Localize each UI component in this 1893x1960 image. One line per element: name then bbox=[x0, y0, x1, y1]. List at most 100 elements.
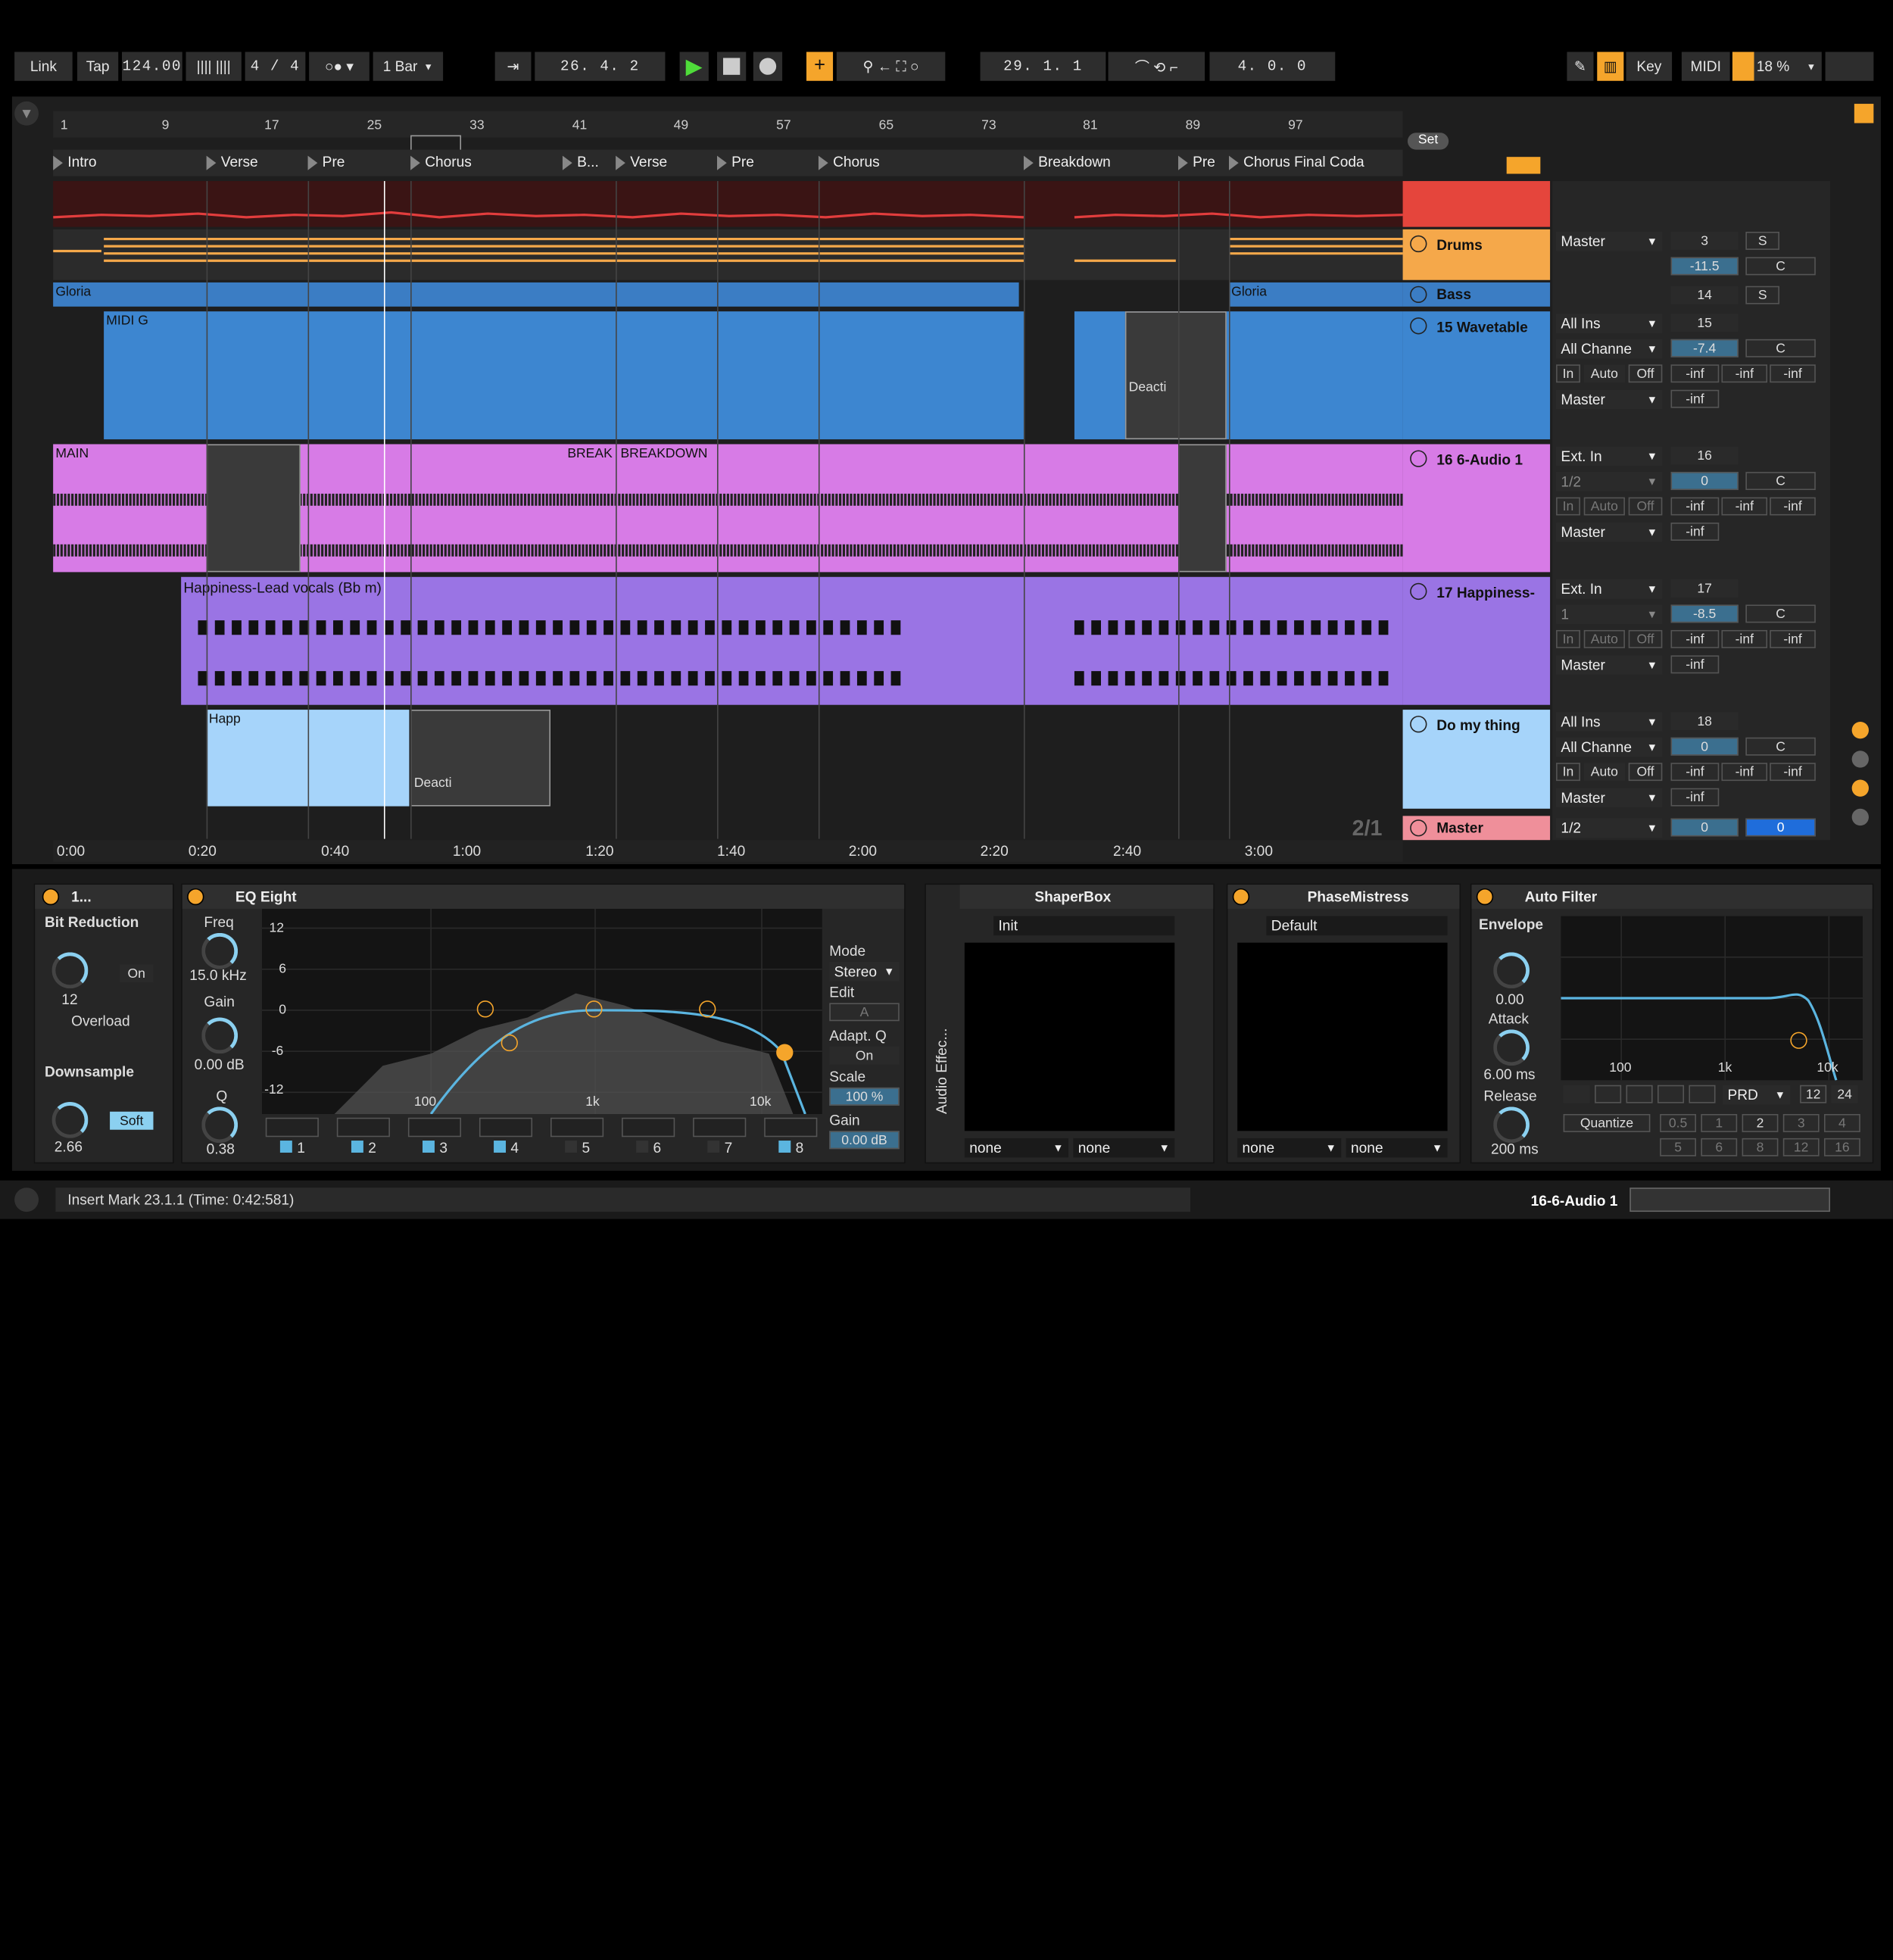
clip-audio-deactivated-2[interactable] bbox=[1178, 444, 1227, 573]
wavetable-pan[interactable]: C bbox=[1745, 339, 1816, 357]
wavetable-send-a[interactable]: -inf bbox=[1670, 364, 1720, 383]
domything-channel[interactable]: All Channe bbox=[1556, 737, 1663, 757]
eq-gain-knob[interactable] bbox=[201, 1017, 239, 1054]
happiness-send-b[interactable]: -inf bbox=[1721, 629, 1768, 648]
bass-activator[interactable]: 14 bbox=[1670, 286, 1739, 304]
eq-band-2-handle[interactable] bbox=[476, 1000, 494, 1018]
happiness-output[interactable]: Master bbox=[1556, 655, 1663, 675]
clip-audio-deactivated[interactable] bbox=[206, 444, 301, 573]
phasemistress-display[interactable] bbox=[1237, 942, 1448, 1131]
locator-pre-3[interactable]: Pre bbox=[1178, 153, 1215, 170]
audio-send-a[interactable]: -inf bbox=[1670, 497, 1720, 516]
eq-band-7-toggle[interactable]: 7 bbox=[707, 1139, 732, 1156]
filter-morph-icon[interactable] bbox=[1689, 1085, 1716, 1103]
audio-activator[interactable]: 16 bbox=[1670, 446, 1739, 465]
audio-pan[interactable]: C bbox=[1745, 472, 1816, 491]
wavetable-input[interactable]: All Ins bbox=[1556, 314, 1663, 333]
quantize-3[interactable]: 3 bbox=[1782, 1113, 1820, 1132]
track-header-domything[interactable]: Do my thing bbox=[1402, 710, 1551, 809]
bar-ruler[interactable] bbox=[53, 111, 1403, 138]
eq-q-knob[interactable] bbox=[201, 1106, 239, 1144]
fold-icon[interactable] bbox=[1410, 286, 1427, 304]
eq-band-5-type[interactable] bbox=[550, 1117, 604, 1138]
fold-icon[interactable] bbox=[1410, 450, 1427, 467]
track-header-happiness[interactable]: 17 Happiness- bbox=[1402, 576, 1551, 705]
wavetable-mon-off[interactable]: Off bbox=[1628, 364, 1663, 383]
loop-length[interactable]: 4. 0. 0 bbox=[1209, 51, 1336, 81]
clip-bass-2[interactable]: Gloria bbox=[1228, 282, 1403, 307]
clip-domything-deactivated[interactable]: Deacti bbox=[410, 710, 551, 807]
eq-band-4-type[interactable] bbox=[479, 1117, 533, 1138]
shaperbox-header[interactable]: ShaperBox bbox=[959, 885, 1214, 910]
drums-output[interactable]: Master bbox=[1556, 231, 1663, 251]
fold-icon[interactable] bbox=[1410, 317, 1427, 335]
loop-start[interactable]: 29. 1. 1 bbox=[980, 51, 1106, 81]
filter-handle[interactable] bbox=[1790, 1031, 1807, 1049]
happiness-send-a[interactable]: -inf bbox=[1670, 629, 1720, 648]
quantize-6[interactable]: 6 bbox=[1701, 1138, 1738, 1156]
downsample-knob[interactable] bbox=[51, 1102, 89, 1138]
release-knob[interactable] bbox=[1493, 1106, 1530, 1144]
audio-output[interactable]: Master bbox=[1556, 523, 1663, 542]
wavetable-activator[interactable]: 15 bbox=[1670, 314, 1739, 332]
audio-send-d[interactable]: -inf bbox=[1670, 523, 1720, 541]
audio-mon-off[interactable]: Off bbox=[1628, 497, 1663, 516]
master-channel[interactable]: 1/2 bbox=[1556, 818, 1663, 838]
lock-icon[interactable] bbox=[1506, 157, 1541, 174]
locator-chorus-final[interactable]: Chorus Final Coda bbox=[1229, 153, 1364, 170]
eq-band-4-handle[interactable] bbox=[699, 1000, 716, 1018]
domything-mon-auto[interactable]: Auto bbox=[1583, 763, 1625, 782]
quantize-menu[interactable]: 1 Bar ▼ bbox=[373, 51, 444, 81]
happiness-mon-off[interactable]: Off bbox=[1628, 629, 1663, 648]
eq-band-5-toggle[interactable]: 5 bbox=[565, 1139, 590, 1156]
eq-band-8-type[interactable] bbox=[764, 1117, 818, 1138]
filter-notch-icon[interactable] bbox=[1657, 1085, 1685, 1103]
domything-activator[interactable]: 18 bbox=[1670, 712, 1739, 731]
wavetable-send-d[interactable]: -inf bbox=[1670, 389, 1720, 408]
domything-send-c[interactable]: -inf bbox=[1770, 763, 1816, 782]
happiness-send-d[interactable]: -inf bbox=[1670, 655, 1720, 674]
midi-map-button[interactable]: MIDI bbox=[1681, 51, 1730, 81]
locator-pre-2[interactable]: Pre bbox=[717, 153, 754, 170]
clip-happiness[interactable]: Happiness-Lead vocals (Bb m) bbox=[181, 576, 1403, 705]
phasemistress-header[interactable]: PhaseMistress bbox=[1227, 885, 1460, 910]
quantize-1[interactable]: 1 bbox=[1701, 1113, 1738, 1132]
quantize-12[interactable]: 12 bbox=[1782, 1138, 1820, 1156]
track-header-bass[interactable]: Bass bbox=[1402, 282, 1551, 307]
eq-band-1-handle[interactable] bbox=[501, 1034, 518, 1052]
audio-send-c[interactable]: -inf bbox=[1770, 497, 1816, 516]
audio-mon-auto[interactable]: Auto bbox=[1583, 497, 1625, 516]
wavetable-output[interactable]: Master bbox=[1556, 389, 1663, 410]
track-header-drums[interactable]: Drums bbox=[1402, 229, 1551, 280]
eq-band-7-type[interactable] bbox=[693, 1117, 747, 1138]
drums-pan[interactable]: C bbox=[1745, 257, 1816, 276]
phasemistress-select-a[interactable]: none bbox=[1237, 1138, 1342, 1158]
bass-solo[interactable]: S bbox=[1745, 286, 1779, 304]
eq-band-2-toggle[interactable]: 2 bbox=[351, 1139, 376, 1156]
key-map-button[interactable]: Key bbox=[1626, 51, 1673, 81]
group-icon[interactable] bbox=[1410, 235, 1427, 253]
eq-out-gain-value[interactable]: 0.00 dB bbox=[829, 1131, 900, 1150]
clip-wavetable-2[interactable] bbox=[1074, 311, 1403, 440]
audio-send-b[interactable]: -inf bbox=[1721, 497, 1768, 516]
eq-band-6-toggle[interactable]: 6 bbox=[636, 1139, 661, 1156]
domything-send-b[interactable]: -inf bbox=[1721, 763, 1768, 782]
domything-mon-off[interactable]: Off bbox=[1628, 763, 1663, 782]
status-toggle-icon[interactable] bbox=[14, 1188, 39, 1213]
domything-pan[interactable]: C bbox=[1745, 737, 1816, 756]
happiness-channel[interactable]: 1 bbox=[1556, 604, 1663, 624]
happiness-send-c[interactable]: -inf bbox=[1770, 629, 1816, 648]
follow-icon[interactable]: ⇥ bbox=[494, 51, 532, 81]
eq-band-3-toggle[interactable]: 3 bbox=[423, 1139, 448, 1156]
eq-adaptq-toggle[interactable]: On bbox=[829, 1046, 900, 1065]
shaperbox-select-a[interactable]: none bbox=[964, 1138, 1068, 1158]
quantize-4[interactable]: 4 bbox=[1823, 1113, 1860, 1132]
quantize-toggle[interactable]: Quantize bbox=[1563, 1113, 1651, 1132]
domything-mon-in[interactable]: In bbox=[1556, 763, 1580, 782]
tempo-field[interactable]: 124.00 bbox=[122, 51, 182, 81]
locator-verse-2[interactable]: Verse bbox=[616, 153, 667, 170]
slope-24[interactable]: 24 bbox=[1831, 1085, 1858, 1103]
eq-mode-select[interactable]: Stereo bbox=[829, 962, 900, 982]
happiness-pan[interactable]: C bbox=[1745, 604, 1816, 623]
drums-volume[interactable]: -11.5 bbox=[1670, 257, 1739, 276]
